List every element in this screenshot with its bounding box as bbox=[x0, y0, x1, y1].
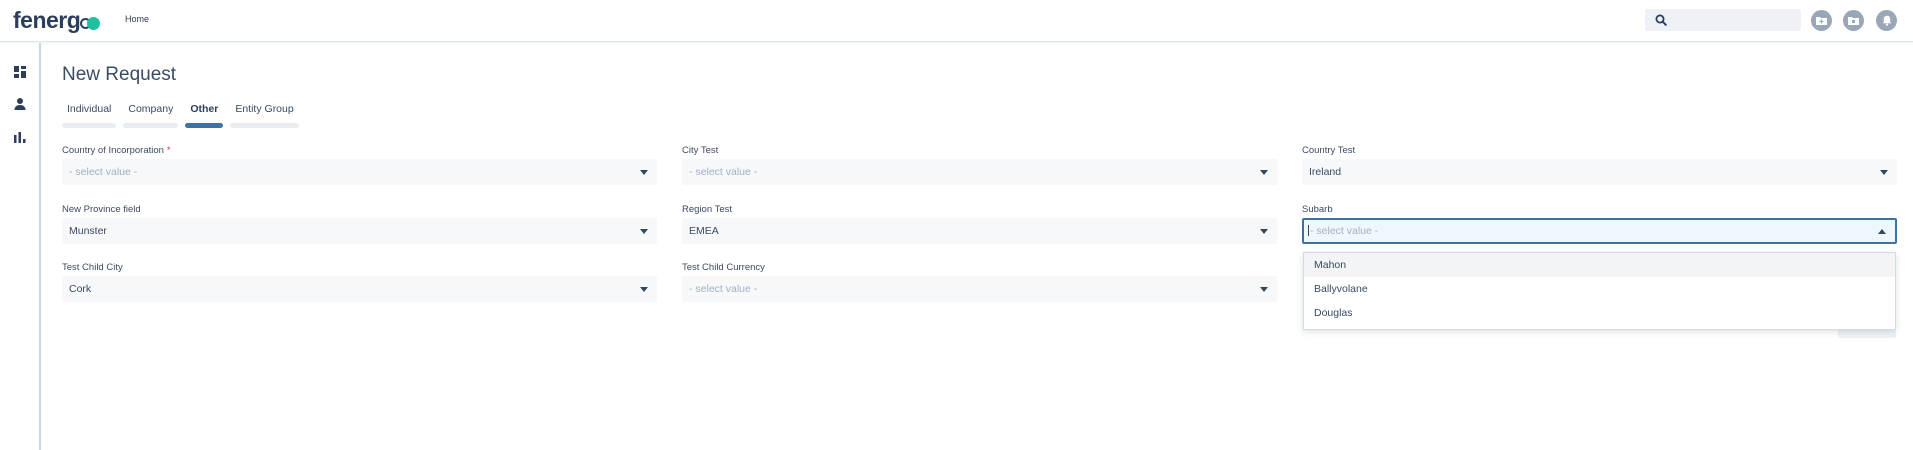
select-value: - select value - bbox=[69, 166, 138, 178]
tab-label: Entity Group bbox=[235, 103, 294, 115]
tab-individual[interactable]: Individual bbox=[62, 103, 117, 128]
select-value: - select value - bbox=[689, 166, 758, 178]
dashboard-icon[interactable] bbox=[13, 65, 27, 79]
tab-underline bbox=[185, 123, 224, 128]
select-value: - select value - bbox=[1310, 225, 1379, 237]
tab-underline bbox=[123, 123, 179, 128]
new-province-select[interactable]: Munster bbox=[62, 218, 657, 244]
chevron-up-icon bbox=[1878, 229, 1886, 234]
tab-label: Other bbox=[190, 103, 219, 115]
region-test-select[interactable]: EMEA bbox=[682, 218, 1277, 244]
test-child-currency-select[interactable]: - select value - bbox=[682, 276, 1277, 302]
bell-icon[interactable] bbox=[1876, 10, 1897, 31]
tab-company[interactable]: Company bbox=[123, 103, 179, 128]
add-folder-icon[interactable] bbox=[1811, 10, 1832, 31]
field-label: Test Child Currency bbox=[682, 262, 765, 273]
user-icon[interactable] bbox=[13, 97, 27, 111]
tab-entity-group[interactable]: Entity Group bbox=[230, 103, 299, 128]
bar-chart-icon[interactable] bbox=[13, 130, 27, 144]
logo-text: fenerg bbox=[13, 7, 81, 33]
test-child-city-field: Test Child City Cork bbox=[62, 262, 657, 302]
select-value: - select value - bbox=[689, 283, 758, 295]
chevron-down-icon bbox=[1260, 229, 1268, 234]
field-label: Country Test bbox=[1302, 145, 1356, 156]
chevron-down-icon bbox=[1880, 170, 1888, 175]
select-value: Ireland bbox=[1309, 166, 1342, 178]
tab-label: Individual bbox=[67, 103, 112, 115]
select-value: Cork bbox=[69, 283, 92, 295]
country-test-select[interactable]: Ireland bbox=[1302, 159, 1897, 185]
logo-dot bbox=[87, 16, 101, 30]
field-label: Subarb bbox=[1302, 204, 1333, 215]
label-text: Country of Incorporation bbox=[62, 145, 164, 156]
select-value: Munster bbox=[69, 225, 107, 237]
chevron-down-icon bbox=[1260, 287, 1268, 292]
subarb-dropdown-menu: Mahon Ballyvolane Douglas bbox=[1303, 252, 1896, 330]
fenergo-logo[interactable]: fenerg bbox=[13, 7, 101, 34]
country-test-field: Country Test Ireland bbox=[1302, 145, 1897, 185]
chevron-down-icon bbox=[1260, 170, 1268, 175]
search-input[interactable] bbox=[1645, 9, 1801, 31]
field-label: Test Child City bbox=[62, 262, 123, 273]
left-sidebar bbox=[0, 43, 41, 450]
subarb-field: Subarb - select value - bbox=[1302, 204, 1897, 244]
request-type-tabs: Individual Company Other Entity Group bbox=[62, 103, 306, 128]
chevron-down-icon bbox=[640, 170, 648, 175]
chevron-down-icon bbox=[640, 287, 648, 292]
text-cursor bbox=[1308, 225, 1309, 236]
field-label: City Test bbox=[682, 145, 719, 156]
home-link[interactable]: Home bbox=[125, 14, 149, 24]
field-label: Region Test bbox=[682, 204, 732, 215]
tab-other[interactable]: Other bbox=[185, 103, 224, 128]
region-test-field: Region Test EMEA bbox=[682, 204, 1277, 244]
city-test-select[interactable]: - select value - bbox=[682, 159, 1277, 185]
field-label: New Province field bbox=[62, 204, 141, 215]
new-folder-icon[interactable] bbox=[1843, 10, 1864, 31]
dropdown-option-mahon[interactable]: Mahon bbox=[1304, 253, 1895, 277]
test-child-city-select[interactable]: Cork bbox=[62, 276, 657, 302]
search-icon bbox=[1655, 14, 1667, 26]
subarb-select[interactable]: - select value - bbox=[1302, 218, 1897, 244]
new-province-field: New Province field Munster bbox=[62, 204, 657, 244]
test-child-currency-field: Test Child Currency - select value - bbox=[682, 262, 1277, 302]
required-marker: * bbox=[166, 145, 171, 156]
top-bar: fenerg Home bbox=[0, 0, 1913, 42]
country-of-incorporation-select[interactable]: - select value - bbox=[62, 159, 657, 185]
tab-underline bbox=[230, 123, 299, 128]
dropdown-option-ballyvolane[interactable]: Ballyvolane bbox=[1304, 277, 1895, 301]
tab-label: Company bbox=[128, 103, 174, 115]
city-test-field: City Test - select value - bbox=[682, 145, 1277, 185]
dropdown-option-douglas[interactable]: Douglas bbox=[1304, 301, 1895, 325]
tab-underline bbox=[62, 123, 117, 128]
chevron-down-icon bbox=[640, 229, 648, 234]
page-title: New Request bbox=[62, 64, 177, 85]
country-of-incorporation-field: Country of Incorporation * - select value… bbox=[62, 145, 657, 185]
select-value: EMEA bbox=[689, 225, 719, 237]
field-label: Country of Incorporation * bbox=[62, 145, 657, 159]
